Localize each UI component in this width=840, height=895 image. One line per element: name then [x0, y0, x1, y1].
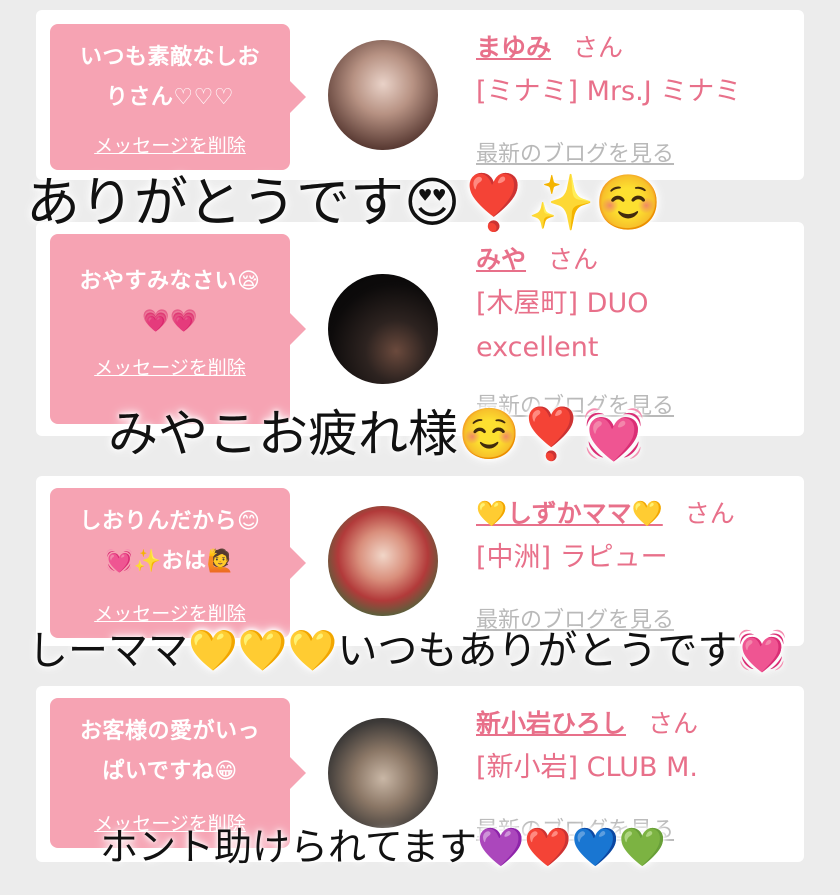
- sender-row: 💛しずかママ💛 さん: [476, 494, 735, 530]
- sender-name-link[interactable]: 💛しずかママ💛: [476, 499, 663, 528]
- message-text: しおりんだから😊 💓✨おは🙋: [79, 509, 261, 574]
- sender-row: まゆみ さん: [476, 28, 623, 64]
- shop-label: [木屋町] DUO excellent: [476, 288, 649, 363]
- caption-overlay-2: みやこお疲れ様☺️❣️💓: [108, 405, 645, 463]
- avatar[interactable]: [328, 40, 438, 150]
- honorific: さん: [648, 709, 699, 738]
- honorific: さん: [548, 245, 599, 274]
- shop-label: [ミナミ] Mrs.J ミナミ: [476, 76, 742, 107]
- caption-overlay-3: しーママ💛💛💛いつもありがとうです💓: [28, 628, 788, 674]
- delete-message-link[interactable]: メッセージを削除: [50, 353, 290, 380]
- message-card-1: いつも素敵なしお りさん♡♡♡ メッセージを削除 まゆみ さん [ミナミ] Mrs…: [36, 10, 804, 180]
- message-text: いつも素敵なしお りさん♡♡♡: [79, 45, 260, 110]
- avatar[interactable]: [328, 274, 438, 384]
- sender-name-link[interactable]: まゆみ: [476, 33, 551, 62]
- sender-row: 新小岩ひろし さん: [476, 704, 698, 740]
- avatar[interactable]: [328, 718, 438, 828]
- shop-label: [新小岩] CLUB M.: [476, 752, 698, 783]
- avatar[interactable]: [328, 506, 438, 616]
- message-bubble: しおりんだから😊 💓✨おは🙋 メッセージを削除: [50, 488, 306, 638]
- shop-label: [中洲] ラピュー: [476, 542, 668, 573]
- honorific: さん: [573, 33, 624, 62]
- sender-row: みや さん: [476, 240, 598, 276]
- sender-name-link[interactable]: 新小岩ひろし: [476, 709, 626, 738]
- caption-overlay-4: ホント助けられてます💜❤️💙💚: [100, 825, 667, 869]
- delete-message-link[interactable]: メッセージを削除: [50, 131, 290, 158]
- sender-name-link[interactable]: みや: [476, 245, 526, 274]
- message-text: お客様の愛がいっ ぱいですね😁: [79, 719, 260, 784]
- honorific: さん: [684, 499, 735, 528]
- message-text: おやすみなさい😪 💗💗: [79, 269, 261, 334]
- caption-overlay-1: ありがとうです😍❣️✨☺️: [26, 171, 663, 234]
- message-bubble: いつも素敵なしお りさん♡♡♡ メッセージを削除: [50, 24, 306, 170]
